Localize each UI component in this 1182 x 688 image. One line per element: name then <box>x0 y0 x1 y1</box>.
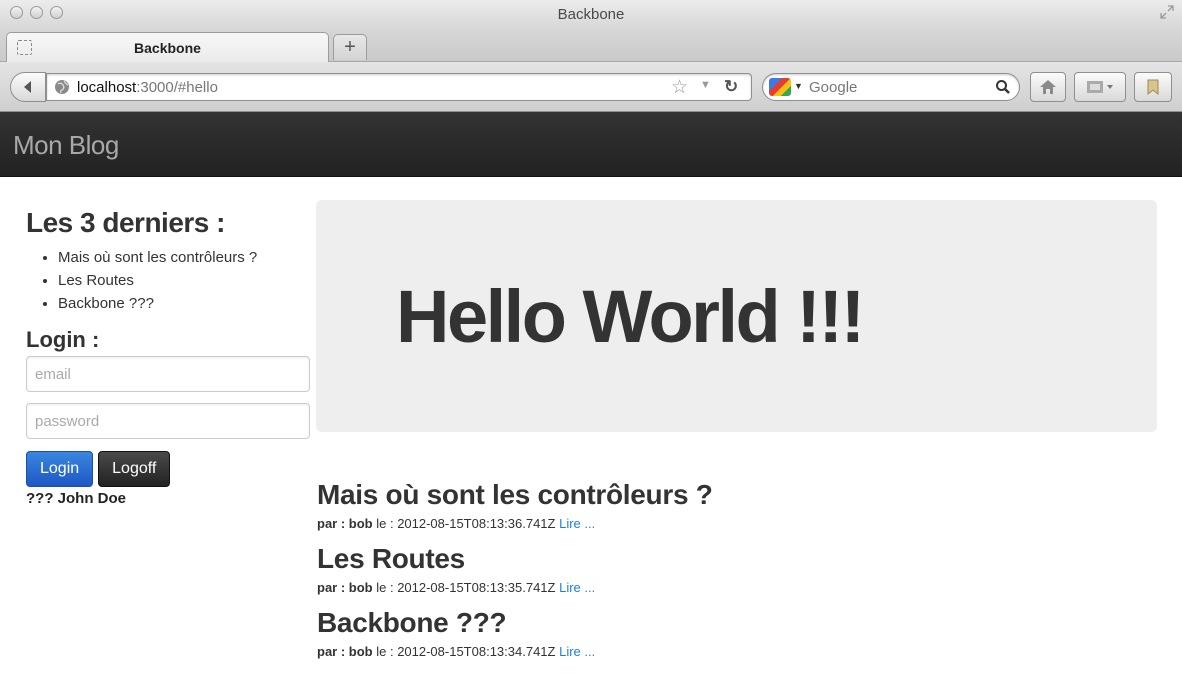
login-button[interactable]: Login <box>26 451 94 487</box>
post-title: Mais où sont les contrôleurs ? <box>317 479 713 510</box>
email-field[interactable] <box>26 356 310 392</box>
url-path: :3000/#hello <box>136 79 218 96</box>
recent-post-item: Backbone ??? <box>58 292 312 315</box>
search-engine-placeholder: Google <box>809 79 858 96</box>
google-engine-icon[interactable] <box>769 78 791 96</box>
home-button[interactable] <box>1030 72 1066 102</box>
navigation-toolbar: localhost:3000/#hello ☆ ▼ ↻ ▼ Google <box>0 62 1182 112</box>
site-header: Mon Blog <box>0 112 1182 177</box>
logoff-button[interactable]: Logoff <box>98 451 171 487</box>
login-title: Login : <box>26 327 100 352</box>
screenshot-icon <box>1087 81 1113 93</box>
read-more-link[interactable]: Lire ... <box>559 644 595 659</box>
engine-dropdown-icon[interactable]: ▼ <box>794 81 803 91</box>
fullscreen-icon[interactable] <box>1160 5 1174 19</box>
home-icon <box>1040 80 1056 94</box>
window-title: Backbone <box>557 6 625 23</box>
post-item: Backbone ??? par : bob le : 2012-08-15T0… <box>317 603 1157 661</box>
post-title: Les Routes <box>317 543 465 574</box>
recent-post-item: Les Routes <box>58 269 312 292</box>
current-user-status: ??? John Doe <box>26 490 126 507</box>
url-host: localhost <box>77 79 137 96</box>
sidebar: Les 3 derniers : Mais où sont les contrô… <box>26 207 312 507</box>
hero-unit: Hello World !!! <box>316 200 1157 432</box>
post-author: par : bob <box>317 644 373 659</box>
url-history-dropdown-icon[interactable]: ▼ <box>700 79 711 91</box>
bookmarks-button[interactable] <box>1134 72 1172 102</box>
search-bar[interactable]: ▼ Google <box>762 73 1020 101</box>
post-date: le : 2012-08-15T08:13:35.741Z <box>376 580 556 595</box>
search-icon[interactable] <box>995 79 1011 95</box>
screenshot-tool-button[interactable] <box>1074 72 1126 102</box>
read-more-link[interactable]: Lire ... <box>559 516 595 531</box>
post-item: Les Routes par : bob le : 2012-08-15T08:… <box>317 539 1157 597</box>
site-brand[interactable]: Mon Blog <box>13 130 119 161</box>
post-item: Mais où sont les contrôleurs ? par : bob… <box>317 475 1157 533</box>
bookmarks-icon <box>1147 79 1159 95</box>
recent-posts-title: Les 3 derniers : <box>26 207 225 238</box>
tab-backbone[interactable]: Backbone <box>6 32 329 62</box>
post-date: le : 2012-08-15T08:13:36.741Z <box>376 516 556 531</box>
post-date: le : 2012-08-15T08:13:34.741Z <box>376 644 556 659</box>
post-meta: par : bob le : 2012-08-15T08:13:35.741Z … <box>317 579 1157 597</box>
back-arrow-icon <box>24 81 31 93</box>
reload-icon[interactable]: ↻ <box>724 77 738 97</box>
post-title: Backbone ??? <box>317 607 507 638</box>
post-list: Mais où sont les contrôleurs ? par : bob… <box>317 475 1157 667</box>
read-more-link[interactable]: Lire ... <box>559 580 595 595</box>
url-text: localhost:3000/#hello <box>77 79 218 96</box>
window-titlebar: Backbone <box>0 0 1182 30</box>
post-meta: par : bob le : 2012-08-15T08:13:36.741Z … <box>317 515 1157 533</box>
login-button-row: Login Logoff <box>26 451 312 487</box>
password-field[interactable] <box>26 403 310 439</box>
hero-message: Hello World !!! <box>396 275 865 358</box>
globe-icon <box>55 80 69 94</box>
blank-page-icon <box>17 40 32 55</box>
back-button[interactable] <box>10 72 46 102</box>
recent-posts-list: Mais où sont les contrôleurs ? Les Route… <box>26 246 312 315</box>
address-bar[interactable]: localhost:3000/#hello ☆ ▼ ↻ <box>46 73 752 101</box>
post-author: par : bob <box>317 516 373 531</box>
tab-strip: Backbone + <box>0 30 1182 62</box>
tab-label: Backbone <box>134 40 201 56</box>
new-tab-button[interactable]: + <box>333 34 367 60</box>
post-meta: par : bob le : 2012-08-15T08:13:34.741Z … <box>317 643 1157 661</box>
bookmark-star-icon[interactable]: ☆ <box>671 76 688 99</box>
post-author: par : bob <box>317 580 373 595</box>
recent-post-item: Mais où sont les contrôleurs ? <box>58 246 312 269</box>
